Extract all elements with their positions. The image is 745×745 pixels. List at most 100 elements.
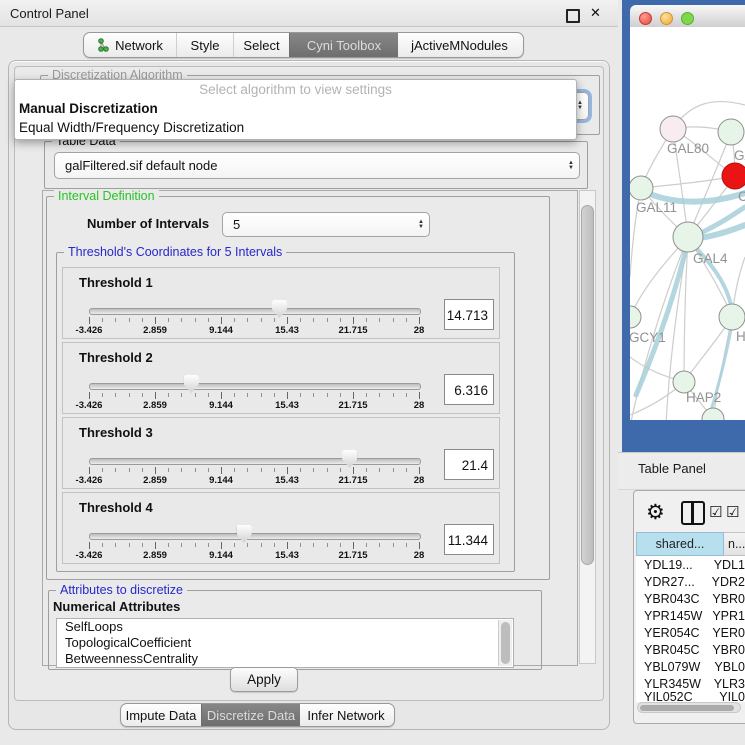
tick-mark xyxy=(195,543,196,547)
tab-network[interactable]: Network xyxy=(84,33,176,57)
horizontal-scrollbar[interactable] xyxy=(637,702,741,713)
number-of-intervals-label: Number of Intervals xyxy=(87,216,209,231)
threshold-slider-knob[interactable] xyxy=(237,525,252,543)
threshold-slider-track[interactable] xyxy=(89,383,421,390)
cell-shared-name: YBL079W xyxy=(636,660,710,674)
network-node-node-top-right[interactable] xyxy=(718,119,744,145)
dropdown-option[interactable]: Equal Width/Frequency Discretization xyxy=(15,118,576,137)
checkbox-icon[interactable]: ☑ xyxy=(709,503,722,521)
tick-mark xyxy=(195,393,196,397)
network-node-node-red-selected[interactable] xyxy=(722,163,745,189)
tab-cyni-toolbox[interactable]: Cyni Toolbox xyxy=(289,33,398,57)
tick-label: 21.715 xyxy=(338,475,367,486)
tick-mark xyxy=(181,468,182,472)
tick-label: 28 xyxy=(414,400,425,411)
tick-mark xyxy=(406,318,407,322)
tick-mark xyxy=(340,543,341,547)
cell-name: YBL0 xyxy=(710,660,745,674)
threshold-slider-knob[interactable] xyxy=(272,300,287,318)
screen: Control Panel ✕ NetworkStyleSelectCyni T… xyxy=(0,0,745,745)
network-node-GAL4-node[interactable] xyxy=(673,222,703,252)
threshold-slider-track[interactable] xyxy=(89,308,421,315)
tick-mark xyxy=(406,468,407,472)
threshold-value-field[interactable]: 11.344 xyxy=(444,524,494,555)
tab-style[interactable]: Style xyxy=(176,33,233,57)
table-row[interactable]: YBR045CYBR0 xyxy=(636,641,745,658)
network-node-label: GCY1 xyxy=(630,330,666,345)
network-edge xyxy=(641,176,735,188)
network-node-label: GAL11 xyxy=(636,200,677,215)
threshold-slider-track[interactable] xyxy=(89,533,421,540)
traffic-minimize-icon[interactable] xyxy=(660,12,673,25)
network-node-label: C xyxy=(738,189,745,204)
tick-mark xyxy=(353,392,354,399)
apply-button[interactable]: Apply xyxy=(230,667,298,692)
number-of-intervals-select[interactable]: 5 ▲▼ xyxy=(222,212,430,237)
split-pane-icon[interactable] xyxy=(681,501,705,525)
network-window-titlebar xyxy=(630,5,745,28)
tab-infer-network[interactable]: Infer Network xyxy=(300,704,392,726)
traffic-close-icon[interactable] xyxy=(639,12,652,25)
tab-jactivemnodules[interactable]: jActiveMNodules xyxy=(398,33,521,57)
tick-mark xyxy=(287,542,288,549)
network-node-GCY1-node[interactable] xyxy=(630,306,641,328)
tick-mark xyxy=(89,542,90,549)
attribute-list-item[interactable]: TopologicalCoefficient xyxy=(57,635,513,651)
network-canvas[interactable]: GAL80GACGAL11GAL4GCY1HHAP2 xyxy=(630,27,745,420)
dropdown-prompt[interactable]: Select algorithm to view settings xyxy=(15,80,576,99)
tab-label: Select xyxy=(243,38,279,53)
threshold-value-field[interactable]: 6.316 xyxy=(444,374,494,405)
tick-mark xyxy=(327,318,328,322)
tick-mark xyxy=(419,542,420,549)
table-row[interactable]: YPR145WYPR1 xyxy=(636,607,745,624)
threshold-value-field[interactable]: 21.4 xyxy=(444,449,494,480)
attribute-list-item[interactable]: BetweennessCentrality xyxy=(57,651,513,667)
tick-mark xyxy=(221,392,222,399)
tab-select[interactable]: Select xyxy=(233,33,289,57)
dropdown-option[interactable]: Manual Discretization xyxy=(15,99,576,118)
tick-label: 2.859 xyxy=(143,550,167,561)
horizontal-scrollbar-thumb[interactable] xyxy=(640,705,734,711)
float-icon[interactable] xyxy=(566,9,580,23)
threshold-slider-knob[interactable] xyxy=(342,450,357,468)
cell-shared-name: YBR043C xyxy=(636,592,708,606)
table-data-select[interactable]: galFiltered.sif default node ▲▼ xyxy=(54,152,580,179)
tick-mark xyxy=(300,318,301,322)
cell-name: YIL0 xyxy=(715,692,745,702)
tick-label: 28 xyxy=(414,325,425,336)
tick-mark xyxy=(247,543,248,547)
attribute-list-item[interactable]: SelfLoops xyxy=(57,619,513,635)
table-row[interactable]: YDR27...YDR2 xyxy=(636,573,745,590)
network-node-GAL80-neighbor-pink[interactable] xyxy=(660,116,686,142)
network-node-H-node[interactable] xyxy=(719,304,745,330)
gear-icon[interactable]: ⚙ xyxy=(646,500,665,525)
close-icon[interactable]: ✕ xyxy=(590,5,601,21)
tick-mark xyxy=(353,467,354,474)
numerical-attributes-list[interactable]: SelfLoopsTopologicalCoefficientBetweenne… xyxy=(56,618,514,668)
checkbox-icon[interactable]: ☑ xyxy=(726,503,739,521)
column-header-name[interactable]: n... xyxy=(724,532,745,556)
threshold-slider-knob[interactable] xyxy=(184,375,199,393)
table-row[interactable]: YIL052CYIL0 xyxy=(636,692,745,702)
traffic-zoom-icon[interactable] xyxy=(681,12,694,25)
network-node-GAL11-node[interactable] xyxy=(630,176,653,200)
table-row[interactable]: YER054CYER0 xyxy=(636,624,745,641)
table-row[interactable]: YLR345WYLR3 xyxy=(636,675,745,692)
column-header-shared[interactable]: shared... xyxy=(636,532,724,556)
tick-mark xyxy=(313,468,314,472)
tab-discretize-data[interactable]: Discretize Data xyxy=(201,704,300,726)
attributes-list-scrollbar[interactable] xyxy=(498,620,512,666)
tab-impute-data[interactable]: Impute Data xyxy=(121,704,201,726)
table-row[interactable]: YDL19...YDL1 xyxy=(636,556,745,573)
table-row[interactable]: YBL079WYBL0 xyxy=(636,658,745,675)
tick-mark xyxy=(129,543,130,547)
tick-mark xyxy=(247,393,248,397)
threshold-slider-track[interactable] xyxy=(89,458,421,465)
tick-label: 9.144 xyxy=(209,400,233,411)
table-row[interactable]: YBR043CYBR0 xyxy=(636,590,745,607)
network-icon xyxy=(97,38,110,52)
threshold-value-field[interactable]: 14.713 xyxy=(444,299,494,330)
threshold-row: Threshold 4-3.4262.8599.14415.4321.71528… xyxy=(62,492,500,564)
tab-label: Style xyxy=(191,38,220,53)
vertical-scrollbar-thumb[interactable] xyxy=(581,205,594,565)
